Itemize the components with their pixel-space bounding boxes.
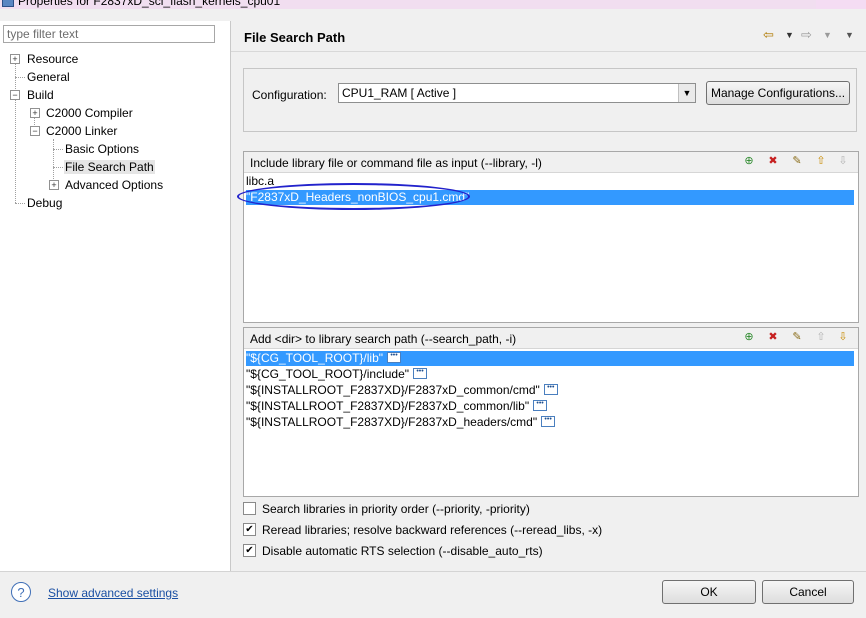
reread-checkbox[interactable]: ✔ Reread libraries; resolve backward refe… <box>243 521 602 539</box>
configuration-group: Configuration: CPU1_RAM [ Active ] ▼ Man… <box>243 68 857 132</box>
tree-connector <box>53 139 54 185</box>
configuration-label: Configuration: <box>252 88 327 102</box>
tree-item-label: Resource <box>27 52 79 66</box>
browse-ellipsis-icon[interactable]: ••• <box>533 400 548 412</box>
forward-dropdown-icon[interactable]: ▼ <box>823 30 832 40</box>
tree-item-resource[interactable]: Resource <box>27 50 78 68</box>
search-path-list-title: Add <dir> to library search path (--sear… <box>250 332 517 346</box>
tree-item-c2000-compiler[interactable]: C2000 Compiler <box>46 104 133 122</box>
checkbox-label: Reread libraries; resolve backward refer… <box>262 523 603 537</box>
title-bar-controls <box>816 0 866 9</box>
tree-item-build[interactable]: Build <box>27 86 54 104</box>
disable-rts-checkbox[interactable]: ✔ Disable automatic RTS selection (--disa… <box>243 542 543 560</box>
tree-item-advanced-options[interactable]: Advanced Options <box>65 176 163 194</box>
expand-plus-icon[interactable]: + <box>30 108 40 118</box>
back-arrow-icon[interactable]: ⇦ <box>763 27 774 43</box>
back-dropdown-icon[interactable]: ▼ <box>785 30 794 40</box>
manage-configurations-button[interactable]: Manage Configurations... <box>706 81 850 105</box>
list-item-selected[interactable]: "${CG_TOOL_ROOT}/lib" ••• <box>246 351 854 366</box>
expand-plus-icon[interactable]: + <box>10 54 20 64</box>
library-list: Include library file or command file as … <box>243 151 859 323</box>
collapse-minus-icon[interactable]: − <box>10 90 20 100</box>
divider <box>231 51 866 52</box>
tree-connector <box>15 59 16 203</box>
list-item-text: "${INSTALLROOT_F2837XD}/F2837xD_common/c… <box>246 383 540 397</box>
browse-ellipsis-icon[interactable]: ••• <box>387 352 402 364</box>
list-item[interactable]: "${INSTALLROOT_F2837XD}/F2837xD_common/l… <box>246 399 548 414</box>
tree-connector <box>53 149 63 150</box>
edit-icon[interactable]: ✎ <box>790 154 804 168</box>
checkmark-icon[interactable]: ✔ <box>243 544 256 558</box>
forward-arrow-icon[interactable]: ⇨ <box>801 27 812 43</box>
checkbox-label: Search libraries in priority order (--pr… <box>262 502 530 516</box>
show-advanced-settings-link[interactable]: Show advanced settings <box>48 586 178 600</box>
move-up-icon[interactable]: ⇧ <box>814 154 828 168</box>
library-list-title: Include library file or command file as … <box>250 156 542 170</box>
list-item-text: "${CG_TOOL_ROOT}/include" <box>246 367 410 381</box>
checkbox-box[interactable] <box>243 502 256 516</box>
search-path-list-header: Add <dir> to library search path (--sear… <box>244 328 858 349</box>
navigation-panel: type filter text + Resource General − Bu… <box>0 21 231 571</box>
library-list-header: Include library file or command file as … <box>244 152 858 173</box>
help-icon[interactable]: ? <box>11 582 31 602</box>
window-title-bar: Properties for F2837xD_sci_flash_kernels… <box>0 0 866 9</box>
ok-button[interactable]: OK <box>662 580 756 604</box>
dropdown-arrow-icon[interactable]: ▼ <box>678 84 695 102</box>
tree-item-c2000-linker[interactable]: C2000 Linker <box>46 122 117 140</box>
list-item[interactable]: "${INSTALLROOT_F2837XD}/F2837xD_common/c… <box>246 383 558 398</box>
browse-ellipsis-icon[interactable]: ••• <box>541 416 556 428</box>
checkmark-icon[interactable]: ✔ <box>243 523 256 537</box>
tree-item-label: C2000 Compiler <box>46 106 133 120</box>
list-item[interactable]: libc.a <box>246 174 274 189</box>
tree-item-label: Build <box>27 88 54 102</box>
edit-icon[interactable]: ✎ <box>790 330 804 344</box>
page-title: File Search Path <box>244 30 346 45</box>
list-item[interactable]: "${CG_TOOL_ROOT}/include" ••• <box>246 367 428 382</box>
list-item-text: "${INSTALLROOT_F2837XD}/F2837xD_common/l… <box>246 399 530 413</box>
search-path-list-toolbar: ⊕ ✖ ✎ ⇧ ⇩ <box>742 329 852 347</box>
page-navigation: ⇦ ▼ ⇨ ▼ ▼ <box>761 27 861 45</box>
list-item-text: "${CG_TOOL_ROOT}/lib" <box>246 351 384 365</box>
move-up-icon[interactable]: ⇧ <box>814 330 828 344</box>
tree-item-general[interactable]: General <box>27 68 70 86</box>
window-title: Properties for F2837xD_sci_flash_kernels… <box>18 0 281 8</box>
list-item-selected[interactable]: "F2837xD_Headers_nonBIOS_cpu1.cmd" <box>246 190 854 205</box>
tree-item-basic-options[interactable]: Basic Options <box>65 140 139 158</box>
configuration-value: CPU1_RAM [ Active ] <box>342 86 457 100</box>
browse-ellipsis-icon[interactable]: ••• <box>413 368 428 380</box>
tree-connector <box>15 77 25 78</box>
add-icon[interactable]: ⊕ <box>742 154 756 168</box>
collapse-minus-icon[interactable]: − <box>30 126 40 136</box>
app-icon <box>2 0 14 7</box>
search-path-list: Add <dir> to library search path (--sear… <box>243 327 859 497</box>
dialog-footer: ? Show advanced settings OK Cancel <box>0 571 866 618</box>
tree-item-label: File Search Path <box>64 160 155 174</box>
tree-connector <box>15 203 25 204</box>
tree-item-debug[interactable]: Debug <box>27 194 62 212</box>
properties-page: File Search Path ⇦ ▼ ⇨ ▼ ▼ Configuration… <box>231 21 866 571</box>
tree-item-label: Basic Options <box>65 142 140 156</box>
expand-plus-icon[interactable]: + <box>49 180 59 190</box>
priority-checkbox[interactable]: Search libraries in priority order (--pr… <box>243 500 530 518</box>
library-list-toolbar: ⊕ ✖ ✎ ⇧ ⇩ <box>742 153 852 171</box>
delete-icon[interactable]: ✖ <box>766 330 780 344</box>
list-item[interactable]: "${INSTALLROOT_F2837XD}/F2837xD_headers/… <box>246 415 556 430</box>
configuration-select[interactable]: CPU1_RAM [ Active ] ▼ <box>338 83 696 103</box>
filter-input[interactable]: type filter text <box>3 25 215 43</box>
checkbox-label: Disable automatic RTS selection (--disab… <box>262 544 543 558</box>
cancel-button[interactable]: Cancel <box>762 580 854 604</box>
delete-icon[interactable]: ✖ <box>766 154 780 168</box>
tree-connector <box>53 167 63 168</box>
move-down-icon[interactable]: ⇩ <box>836 330 850 344</box>
view-menu-icon[interactable]: ▼ <box>845 30 854 40</box>
tree-item-label: C2000 Linker <box>46 124 118 138</box>
list-item-text: "${INSTALLROOT_F2837XD}/F2837xD_headers/… <box>246 415 538 429</box>
tree-item-file-search-path[interactable]: File Search Path <box>64 158 155 176</box>
tree-item-label: Advanced Options <box>65 178 164 192</box>
browse-ellipsis-icon[interactable]: ••• <box>543 384 558 396</box>
add-icon[interactable]: ⊕ <box>742 330 756 344</box>
tree-item-label: Debug <box>27 196 63 210</box>
tree-item-label: General <box>27 70 70 84</box>
move-down-icon[interactable]: ⇩ <box>836 154 850 168</box>
